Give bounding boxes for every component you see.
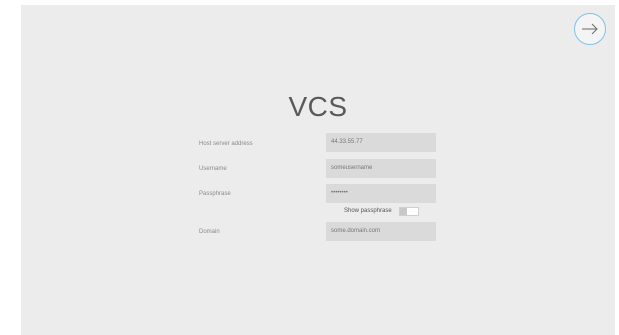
- domain-label: Domain: [199, 229, 220, 235]
- toggle-knob: [400, 208, 407, 215]
- passphrase-label: Passphrase: [199, 191, 231, 197]
- username-label: Username: [199, 166, 227, 172]
- domain-input[interactable]: some.domain.com: [326, 222, 436, 241]
- login-screen: VCS Host server address 44.33.55.77 User…: [21, 5, 615, 335]
- passphrase-input[interactable]: ••••••••: [326, 184, 436, 203]
- show-passphrase-label: Show passphrase: [344, 208, 392, 214]
- host-address-label: Host server address: [199, 141, 253, 147]
- username-input[interactable]: someusername: [326, 159, 436, 178]
- show-passphrase-toggle[interactable]: [399, 207, 419, 216]
- host-address-input[interactable]: 44.33.55.77: [326, 133, 436, 152]
- next-button[interactable]: [574, 13, 606, 45]
- app-title: VCS: [288, 91, 348, 122]
- arrow-right-icon: [582, 23, 598, 35]
